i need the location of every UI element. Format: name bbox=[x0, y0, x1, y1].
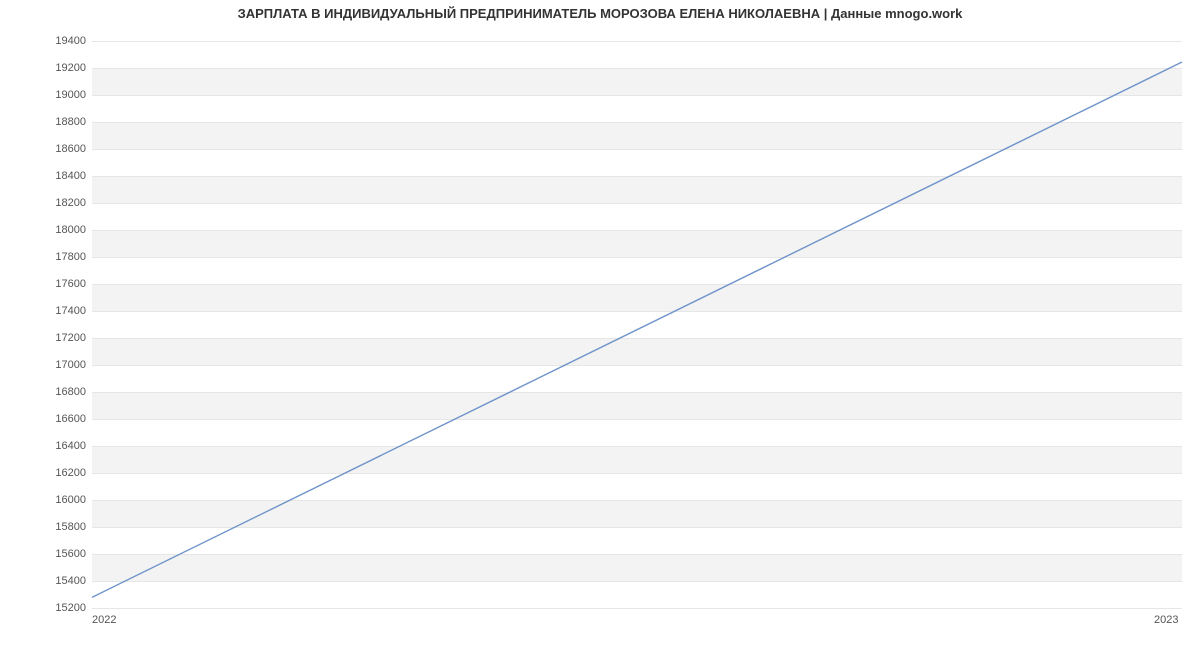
x-tick-label: 2023 bbox=[1154, 614, 1178, 626]
y-tick-label: 16200 bbox=[6, 467, 86, 479]
salary-line-chart: ЗАРПЛАТА В ИНДИВИДУАЛЬНЫЙ ПРЕДПРИНИМАТЕЛ… bbox=[0, 0, 1200, 650]
y-tick-label: 16400 bbox=[6, 440, 86, 452]
y-tick-label: 15800 bbox=[6, 521, 86, 533]
y-tick-label: 15600 bbox=[6, 548, 86, 560]
y-tick-label: 18000 bbox=[6, 224, 86, 236]
y-tick-label: 16600 bbox=[6, 413, 86, 425]
y-tick-label: 17600 bbox=[6, 278, 86, 290]
gridline bbox=[92, 608, 1182, 609]
data-line bbox=[92, 62, 1182, 597]
y-tick-label: 19200 bbox=[6, 62, 86, 74]
y-tick-label: 15200 bbox=[6, 602, 86, 614]
y-tick-label: 17200 bbox=[6, 332, 86, 344]
chart-title: ЗАРПЛАТА В ИНДИВИДУАЛЬНЫЙ ПРЕДПРИНИМАТЕЛ… bbox=[0, 6, 1200, 21]
y-tick-label: 16000 bbox=[6, 494, 86, 506]
y-tick-label: 18200 bbox=[6, 197, 86, 209]
y-tick-label: 18600 bbox=[6, 143, 86, 155]
y-tick-label: 18800 bbox=[6, 116, 86, 128]
y-tick-label: 17800 bbox=[6, 251, 86, 263]
y-tick-label: 19400 bbox=[6, 35, 86, 47]
line-path-svg bbox=[92, 38, 1182, 608]
y-tick-label: 15400 bbox=[6, 575, 86, 587]
y-tick-label: 17400 bbox=[6, 305, 86, 317]
y-tick-label: 17000 bbox=[6, 359, 86, 371]
x-tick-label: 2022 bbox=[92, 614, 116, 626]
y-tick-label: 18400 bbox=[6, 170, 86, 182]
y-tick-label: 19000 bbox=[6, 89, 86, 101]
plot-area bbox=[92, 38, 1182, 609]
y-tick-label: 16800 bbox=[6, 386, 86, 398]
